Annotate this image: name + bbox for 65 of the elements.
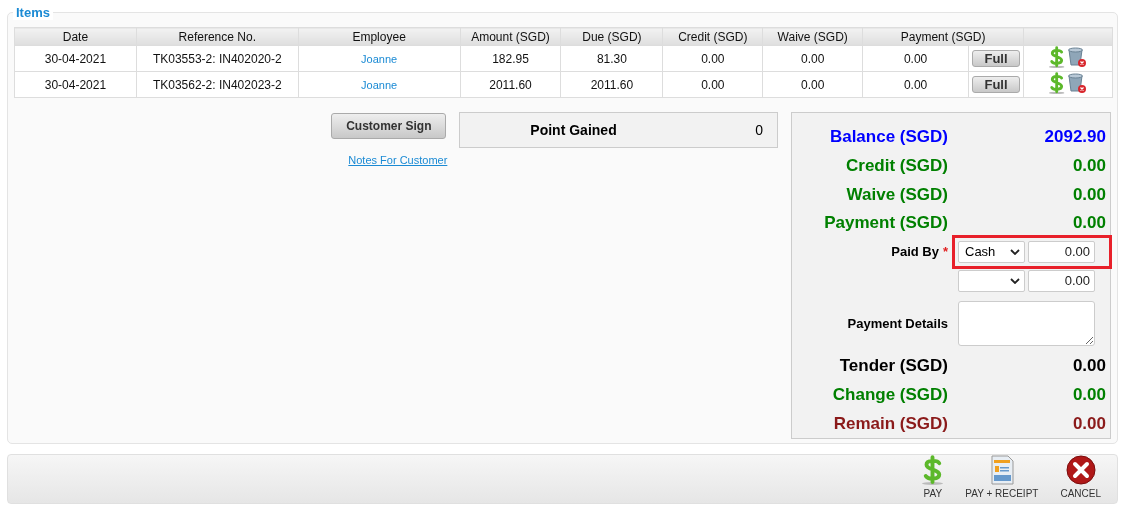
table-cell: 0.00 xyxy=(903,77,928,92)
table-cell: 81.30 xyxy=(596,51,627,66)
total-value: 0.00 xyxy=(1071,155,1106,176)
total-value: 0.00 xyxy=(1071,213,1106,234)
pay-button[interactable]: PAY xyxy=(922,455,944,499)
table-cell: 0.00 xyxy=(701,51,725,66)
column-header: Employee xyxy=(298,27,461,46)
trash-delete-icon[interactable] xyxy=(1066,46,1087,68)
total-label: Tender (SGD) xyxy=(838,356,948,377)
total-value: 0.00 xyxy=(1071,413,1106,434)
total-value: 0.00 xyxy=(1071,356,1106,377)
caret-icon xyxy=(1010,248,1020,255)
paid-by-label: Paid By xyxy=(891,244,939,260)
table-cell: 0.00 xyxy=(801,77,825,92)
notes-for-customer-link[interactable]: Notes For Customer xyxy=(348,154,448,166)
column-header: Waive (SGD) xyxy=(762,27,863,46)
total-label: Credit (SGD) xyxy=(845,155,948,176)
table-cell: 0.00 xyxy=(701,77,725,92)
column-header: Credit (SGD) xyxy=(662,27,763,46)
cancel-button[interactable]: CANCEL xyxy=(1060,455,1101,499)
customer-sign-button[interactable]: Customer Sign xyxy=(331,113,447,139)
amount-field[interactable]: 0.00 xyxy=(1028,240,1095,263)
receipt-icon xyxy=(988,455,1015,485)
total-label: Change (SGD) xyxy=(831,385,948,406)
column-header: Due (SGD) xyxy=(560,27,663,46)
payment-details-label: Payment Details xyxy=(846,315,948,331)
total-label: Payment (SGD) xyxy=(823,213,948,234)
table-cell: 2011.60 xyxy=(590,77,634,92)
column-header: Payment (SGD) xyxy=(862,27,1024,46)
column-header: Reference No. xyxy=(136,27,299,46)
total-label: Remain (SGD) xyxy=(832,413,948,434)
payment-method-select[interactable]: Cash xyxy=(958,240,1025,263)
receipt-button[interactable]: PAY + RECEIPT xyxy=(965,455,1039,499)
points-value: 0 xyxy=(755,122,763,138)
table-cell: 0.00 xyxy=(903,51,928,66)
cancel-icon xyxy=(1065,455,1096,485)
employee-link[interactable]: Joanne xyxy=(361,52,398,65)
employee-link[interactable]: Joanne xyxy=(361,78,398,91)
total-label: Balance (SGD) xyxy=(828,127,948,148)
total-value: 0.00 xyxy=(1071,385,1106,406)
column-header: Amount (SGD) xyxy=(460,27,561,46)
trash-delete-icon[interactable] xyxy=(1066,72,1087,94)
amount-field[interactable]: 0.00 xyxy=(1028,269,1095,292)
table-cell: TK03562-2: IN402023-2 xyxy=(152,77,282,92)
dollar-icon[interactable] xyxy=(922,455,944,485)
table-cell: 182.95 xyxy=(492,51,529,66)
table-cell: 0.00 xyxy=(801,51,825,66)
full-button[interactable]: Full xyxy=(972,50,1020,67)
table-cell: 30-04-2021 xyxy=(44,77,107,92)
required-mark: * xyxy=(942,244,948,260)
section-title: Items xyxy=(13,6,53,20)
table-cell: 2011.60 xyxy=(489,77,532,92)
caret-icon xyxy=(1010,277,1020,284)
dollar-icon[interactable] xyxy=(1049,46,1065,68)
full-button[interactable]: Full xyxy=(972,76,1020,93)
table-cell: 30-04-2021 xyxy=(44,51,107,66)
table-cell: TK03553-2: IN402020-2 xyxy=(152,51,282,66)
dollar-icon[interactable] xyxy=(1049,72,1065,94)
payment-details-field[interactable] xyxy=(958,300,1095,346)
column-header: Date xyxy=(14,27,137,46)
total-value: 2092.90 xyxy=(1043,127,1106,148)
total-value: 0.00 xyxy=(1071,184,1106,205)
payment-method-select[interactable] xyxy=(958,269,1025,292)
points-label: Point Gained xyxy=(530,122,617,138)
total-label: Waive (SGD) xyxy=(845,184,948,205)
